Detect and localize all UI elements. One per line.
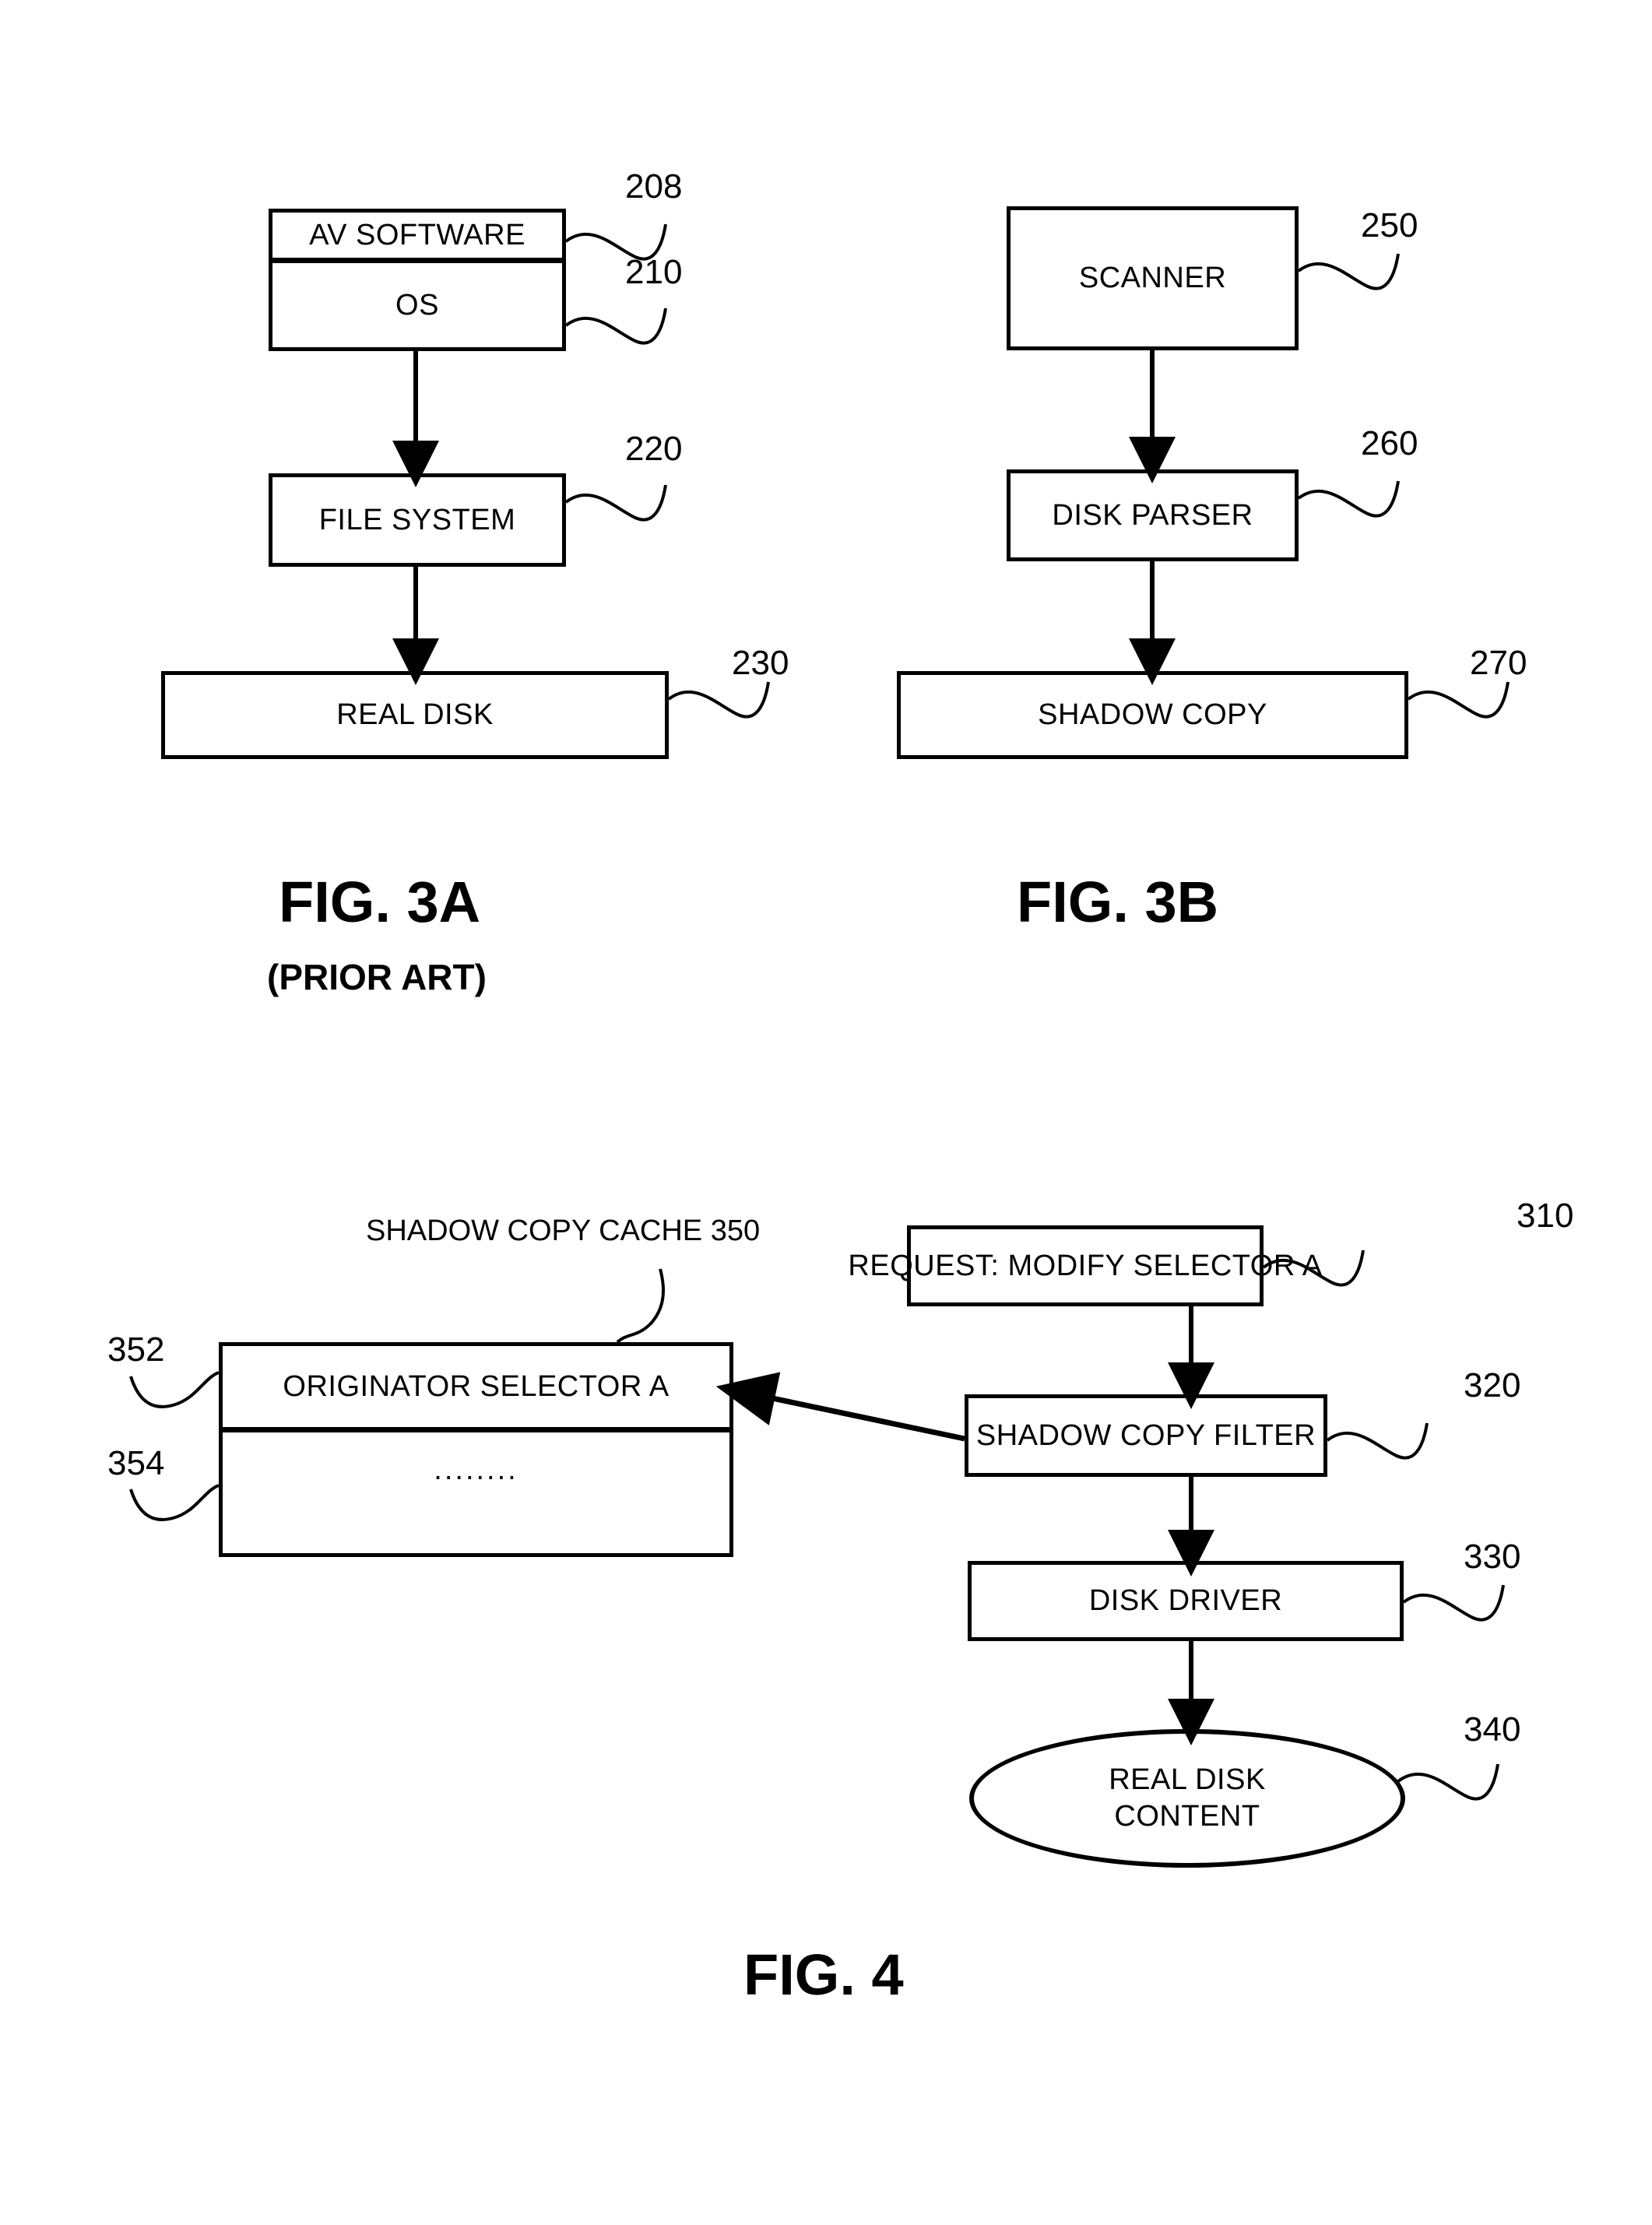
- fig3a-leader-230: [667, 681, 770, 719]
- fig4-ref-352: 352: [107, 1330, 165, 1369]
- fig4-leader-320: [1326, 1422, 1429, 1460]
- fig4-leader-350: [616, 1268, 665, 1344]
- fig4-disk-driver-label: DISK DRIVER: [1088, 1584, 1283, 1618]
- fig3a-ref-210: 210: [625, 253, 683, 291]
- fig3b-scanner-label: SCANNER: [1078, 262, 1227, 295]
- fig3a-caption: FIG. 3A: [279, 870, 481, 934]
- fig3a-ref-220: 220: [625, 430, 683, 468]
- fig3a-real-disk-box: REAL DISK: [161, 671, 669, 759]
- fig3a-leader-220: [564, 484, 667, 522]
- fig3b-ref-250: 250: [1361, 206, 1418, 244]
- patent-drawing-sheet: AV SOFTWARE OS FILE SYSTEM REAL DISK 208…: [0, 0, 1652, 2225]
- fig3b-scanner-box: SCANNER: [1007, 206, 1299, 350]
- fig4-leader-354: [129, 1484, 220, 1521]
- fig4-leader-352: [129, 1371, 220, 1408]
- fig4-ref-354: 354: [107, 1444, 165, 1482]
- fig3a-av-software-box: AV SOFTWARE: [269, 209, 566, 262]
- fig4-leader-340: [1397, 1763, 1499, 1801]
- fig4-ref-320: 320: [1464, 1366, 1521, 1404]
- fig4-real-disk-content-line1: REAL DISK: [1109, 1763, 1266, 1797]
- fig3a-os-label: OS: [395, 288, 439, 322]
- fig4-cache-ellipsis-row: ........: [219, 1429, 733, 1557]
- fig3b-disk-parser-label: DISK PARSER: [1052, 498, 1253, 532]
- fig3b-disk-parser-box: DISK PARSER: [1007, 469, 1299, 561]
- fig4-request-label: REQUEST: MODIFY SELECTOR A: [848, 1249, 1323, 1282]
- fig4-originator-selector-label: ORIGINATOR SELECTOR A: [283, 1369, 670, 1403]
- fig3a-av-software-label: AV SOFTWARE: [309, 218, 525, 251]
- fig3b-shadow-copy-label: SHADOW COPY: [1038, 698, 1267, 732]
- fig4-real-disk-content-ellipse: REAL DISK CONTENT: [969, 1729, 1405, 1868]
- fig3b-leader-250: [1297, 253, 1400, 290]
- fig3a-ref-208: 208: [625, 167, 683, 206]
- fig3a-os-box: OS: [269, 259, 566, 351]
- fig3b-shadow-copy-box: SHADOW COPY: [897, 671, 1408, 759]
- fig3a-file-system-label: FILE SYSTEM: [318, 503, 516, 536]
- fig4-originator-selector-row: ORIGINATOR SELECTOR A: [219, 1342, 733, 1431]
- fig3b-ref-270: 270: [1470, 644, 1527, 682]
- fig4-arrow-filter-to-cache: [715, 1372, 965, 1442]
- fig4-leader-330: [1402, 1584, 1505, 1622]
- fig4-request-box: REQUEST: MODIFY SELECTOR A: [848, 1225, 1322, 1306]
- fig3b-leader-260: [1297, 480, 1400, 518]
- fig4-ref-340: 340: [1464, 1710, 1521, 1749]
- connector-overlay: [129, 223, 1510, 1801]
- fig3a-subcaption: (PRIOR ART): [267, 957, 487, 997]
- fig3b-ref-260: 260: [1361, 424, 1418, 462]
- fig4-ref-310: 310: [1517, 1197, 1574, 1235]
- fig4-ref-330: 330: [1464, 1538, 1521, 1576]
- fig3a-file-system-box: FILE SYSTEM: [269, 473, 566, 567]
- fig4-shadow-copy-filter-box: SHADOW COPY FILTER: [965, 1394, 1327, 1477]
- fig3a-ref-230: 230: [732, 644, 789, 682]
- fig4-real-disk-content-line2: CONTENT: [1114, 1800, 1260, 1833]
- fig4-caption: FIG. 4: [743, 1942, 904, 2007]
- fig4-disk-driver-box: DISK DRIVER: [968, 1561, 1404, 1641]
- fig4-cache-ellipsis-label: ........: [434, 1453, 518, 1486]
- fig4-shadow-copy-filter-label: SHADOW COPY FILTER: [975, 1418, 1316, 1452]
- fig3a-real-disk-label: REAL DISK: [336, 698, 494, 732]
- fig3b-leader-270: [1407, 681, 1510, 719]
- fig3a-leader-210: [564, 308, 667, 345]
- fig3b-caption: FIG. 3B: [1017, 870, 1219, 934]
- fig4-cache-title: SHADOW COPY CACHE 350: [366, 1214, 761, 1247]
